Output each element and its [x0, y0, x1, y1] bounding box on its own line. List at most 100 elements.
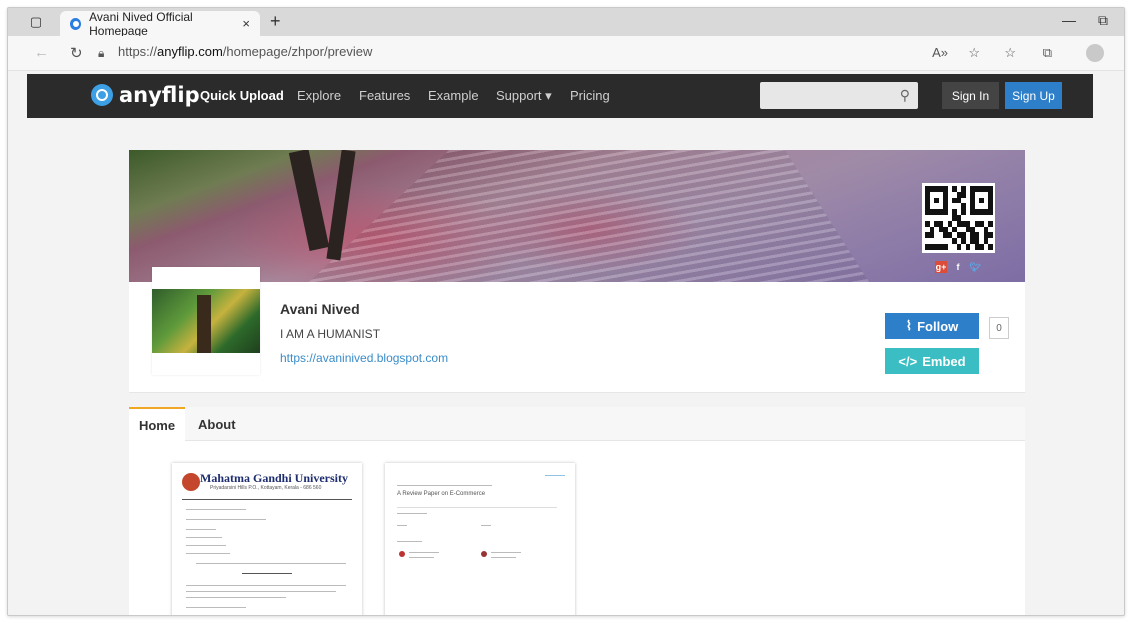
nav-pricing[interactable]: Pricing: [570, 88, 610, 103]
text-line: [186, 509, 246, 510]
text-line: [186, 591, 336, 592]
book-thumbnail[interactable]: A Review Paper on E-Commerce: [385, 463, 575, 615]
restore-icon[interactable]: ⧉: [1098, 12, 1108, 29]
text-line: [186, 537, 222, 538]
text-line: [196, 563, 346, 564]
read-aloud-icon[interactable]: A»: [932, 45, 948, 60]
search-input[interactable]: ⚲: [760, 82, 918, 109]
follow-label: Follow: [917, 318, 959, 334]
qr-module: [956, 244, 961, 250]
reload-icon[interactable]: ↻: [70, 44, 83, 62]
search-icon[interactable]: ⚲: [900, 87, 910, 104]
tab-home[interactable]: Home: [129, 407, 185, 441]
qr-module: [943, 209, 948, 215]
site-navbar: anyflip Quick Upload Explore Features Ex…: [27, 74, 1093, 118]
google-plus-icon[interactable]: g+: [935, 261, 947, 273]
banner-image: [309, 150, 869, 282]
tab-about[interactable]: About: [198, 417, 236, 432]
lock-icon[interactable]: 🔒︎: [98, 46, 104, 61]
sign-in-button[interactable]: Sign In: [942, 82, 999, 109]
embed-button[interactable]: </> Embed: [885, 348, 979, 374]
qr-code[interactable]: [922, 183, 995, 253]
collections-icon[interactable]: ⧉: [1043, 45, 1052, 61]
facebook-icon[interactable]: f: [952, 261, 964, 273]
nav-support[interactable]: Support ▾: [496, 88, 552, 104]
favorites-icon[interactable]: ☆: [1004, 45, 1016, 61]
qr-module: [929, 232, 934, 239]
author-avatar-icon: [481, 551, 487, 557]
qr-module: [988, 244, 993, 250]
profile-avatar-icon[interactable]: [1086, 44, 1104, 62]
text-line: [186, 519, 266, 520]
favicon-icon: [70, 17, 82, 30]
qr-module: [988, 232, 993, 239]
avatar: [152, 267, 260, 375]
avatar-image: [152, 289, 260, 353]
minimize-icon[interactable]: —: [1062, 12, 1076, 28]
qr-module: [943, 244, 948, 250]
url-path: /homepage/zhpor/preview: [222, 44, 373, 59]
divider: [397, 507, 557, 508]
follow-count: 0: [989, 317, 1009, 339]
text-line: [409, 552, 439, 553]
logo-icon: [91, 84, 113, 106]
text-line: [186, 529, 216, 530]
text-line: [397, 541, 422, 542]
text-line: [397, 513, 427, 514]
text-line: [186, 553, 230, 554]
nav-quick-upload[interactable]: Quick Upload: [200, 88, 284, 103]
text-line: [545, 475, 565, 476]
profile-tagline: I AM A HUMANIST: [280, 327, 381, 341]
browser-window: ▢ Avani Nived Official Homepage × + — ⧉ …: [7, 7, 1125, 616]
tracking-icon[interactable]: ☆: [968, 45, 980, 61]
anyflip-logo[interactable]: anyflip: [91, 83, 200, 107]
content-panel: Home About Mahatma Gandhi University Pri…: [129, 407, 1025, 615]
qr-module: [961, 191, 966, 198]
embed-label: Embed: [922, 353, 966, 369]
follow-button[interactable]: ⌇ Follow: [885, 313, 979, 339]
sign-up-button[interactable]: Sign Up: [1005, 82, 1062, 109]
qr-module: [965, 244, 970, 250]
author-avatar-icon: [399, 551, 405, 557]
url-field[interactable]: https://anyflip.com/homepage/zhpor/previ…: [118, 44, 372, 59]
new-tab-button[interactable]: +: [270, 11, 281, 32]
profile-card: Avani Nived I AM A HUMANIST https://avan…: [129, 267, 1025, 393]
tab-close-icon[interactable]: ×: [242, 16, 250, 31]
profile-name: Avani Nived: [280, 301, 360, 317]
qr-module: [979, 197, 984, 204]
book-thumbnail[interactable]: Mahatma Gandhi University Priyadarsini H…: [172, 463, 362, 615]
tab-strip: ▢ Avani Nived Official Homepage × + — ⧉: [8, 8, 1124, 38]
text-line: [242, 573, 292, 574]
profile-link[interactable]: https://avaninived.blogspot.com: [280, 351, 448, 365]
browser-tab[interactable]: Avani Nived Official Homepage ×: [60, 9, 260, 38]
text-line: [186, 597, 286, 598]
book-title: Mahatma Gandhi University: [200, 471, 349, 485]
nav-example[interactable]: Example: [428, 88, 479, 103]
text-line: [186, 607, 246, 608]
url-prefix: https://: [118, 44, 158, 59]
text-line: [491, 557, 516, 558]
divider: [182, 499, 352, 500]
social-links: g+ f 🐦︎: [935, 261, 981, 273]
text-line: [397, 525, 407, 526]
logo-text: anyflip: [119, 83, 200, 107]
university-seal-icon: [182, 473, 200, 491]
url-domain: anyflip.com: [157, 44, 223, 59]
cover-banner: g+ f 🐦︎: [129, 150, 1025, 282]
nav-features[interactable]: Features: [359, 88, 410, 103]
nav-explore[interactable]: Explore: [297, 88, 341, 103]
tab-title: Avani Nived Official Homepage: [89, 9, 193, 38]
content-tabs: Home About: [129, 407, 1025, 441]
sidebar-toggle-icon[interactable]: ▢: [28, 14, 44, 30]
text-line: [481, 525, 491, 526]
text-line: [186, 585, 346, 586]
code-icon: </>: [898, 353, 918, 369]
back-icon[interactable]: ←: [34, 44, 49, 61]
text-line: [397, 485, 492, 486]
text-line: [409, 557, 434, 558]
text-line: [491, 552, 521, 553]
qr-module: [934, 197, 939, 204]
twitter-icon[interactable]: 🐦︎: [969, 261, 981, 273]
address-bar: ← ↻ 🔒︎ https://anyflip.com/homepage/zhpo…: [8, 36, 1124, 71]
book-subtitle: Priyadarsini Hills P.O., Kottayam, Keral…: [210, 485, 322, 491]
